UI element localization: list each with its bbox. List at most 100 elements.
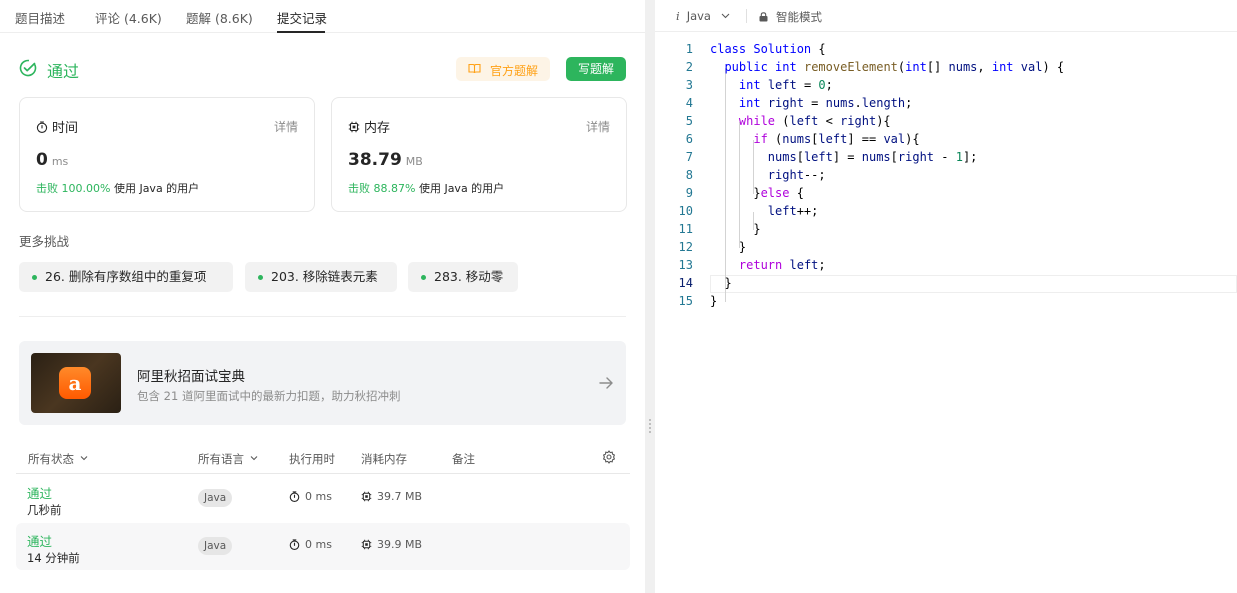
line-number: 3 xyxy=(685,78,693,92)
runtime-detail-link[interactable]: 详情 xyxy=(274,118,298,135)
smart-mode-label: 智能模式 xyxy=(776,10,822,24)
line-number: 13 xyxy=(678,258,693,272)
line-number: 5 xyxy=(685,114,693,128)
row-runtime: 0 ms xyxy=(289,538,332,551)
row-memory: 39.9 MB xyxy=(361,538,422,551)
info-icon: i xyxy=(676,9,680,23)
status-filter[interactable]: 所有状态 xyxy=(28,451,88,467)
banner-title: 阿里秋招面试宝典 xyxy=(137,369,245,385)
row-status[interactable]: 通过 xyxy=(27,483,52,502)
challenge-chip-label: 26. 删除有序数组中的重复项 xyxy=(45,269,207,284)
banner-image: a xyxy=(31,353,121,413)
row-language-badge: Java xyxy=(198,489,233,507)
challenge-chip[interactable]: 203. 移除链表元素 xyxy=(245,262,397,292)
runtime-title: 时间 xyxy=(52,121,79,136)
tab-description[interactable]: 题目描述 xyxy=(15,8,65,27)
challenge-chip[interactable]: 283. 移动零 xyxy=(408,262,518,292)
memory-detail-link[interactable]: 详情 xyxy=(586,118,610,135)
runtime-beat-prefix: 击败 xyxy=(36,182,58,195)
tab-solutions[interactable]: 题解 (8.6K) xyxy=(186,8,253,27)
language-filter[interactable]: 所有语言 xyxy=(198,451,258,467)
more-challenges-title: 更多挑战 xyxy=(19,234,70,249)
line-number: 4 xyxy=(685,96,693,110)
line-number: 12 xyxy=(678,240,693,254)
line-number: 7 xyxy=(685,150,693,164)
tab-active-indicator xyxy=(277,31,325,33)
line-number: 2 xyxy=(685,60,693,74)
banner-subtitle: 包含 21 道阿里面试中的最新力扣题，助力秋招冲刺 xyxy=(137,389,401,403)
editor-toolbar: i Java 智能模式 xyxy=(655,0,1237,32)
check-circle-icon xyxy=(19,59,37,77)
gear-icon[interactable] xyxy=(602,450,616,464)
chip-dot xyxy=(421,275,426,280)
language-select-value: Java xyxy=(686,9,711,23)
code-line: return left; xyxy=(738,258,826,272)
code-line: int right = nums.length; xyxy=(738,96,913,110)
challenge-chip[interactable]: 26. 删除有序数组中的重复项 xyxy=(19,262,233,292)
runtime-beat: 击败 100.00% 使用 Java 的用户 xyxy=(36,180,199,196)
notes-header: 备注 xyxy=(452,452,475,466)
challenge-chip-label: 283. 移动零 xyxy=(434,269,504,284)
row-runtime-value: 0 ms xyxy=(305,490,332,503)
runtime-value: 0 xyxy=(36,150,48,170)
code-line: } xyxy=(710,240,747,254)
chip-icon xyxy=(348,121,360,133)
code-area[interactable]: 1 2 3 4 5 6 7 8 9 10 11 12 13 14 15 clas… xyxy=(655,32,1237,593)
memory-card: 内存 详情 38.79 MB 击败 88.87% 使用 Java 的用户 xyxy=(331,97,627,212)
row-language-badge: Java xyxy=(198,537,233,555)
official-solution-label: 官方题解 xyxy=(490,64,539,78)
status-filter-label: 所有状态 xyxy=(28,452,74,466)
row-status[interactable]: 通过 xyxy=(27,531,52,550)
code-line: right--; xyxy=(767,168,826,182)
line-number: 9 xyxy=(685,186,693,200)
memory-value: 38.79 xyxy=(348,150,402,170)
code-line: }else { xyxy=(710,186,804,200)
memory-beat: 击败 88.87% 使用 Java 的用户 xyxy=(348,180,504,196)
stopwatch-icon xyxy=(36,121,48,133)
row-runtime-value: 0 ms xyxy=(305,538,332,551)
language-select[interactable]: i Java xyxy=(676,9,730,23)
runtime-unit: ms xyxy=(51,155,69,168)
submissions-table-header: 所有状态 所有语言 执行用时 消耗内存 备注 xyxy=(16,441,630,474)
chip-icon xyxy=(361,539,372,550)
code-line: class Solution { xyxy=(710,42,826,56)
official-solution-button[interactable]: 官方题解 xyxy=(456,57,550,81)
code-line: nums[left] = nums[right - 1]; xyxy=(767,150,978,164)
alibaba-logo-icon: a xyxy=(59,367,91,399)
code-line: public int removeElement(int[] nums, int… xyxy=(724,60,1065,74)
runtime-card: 时间 详情 0 ms 击败 100.00% 使用 Java 的用户 xyxy=(19,97,315,212)
runtime-value-wrap: 0 ms xyxy=(36,150,68,170)
drag-handle-icon xyxy=(649,418,651,434)
line-number: 8 xyxy=(685,168,693,182)
tab-comments[interactable]: 评论 (4.6K) xyxy=(95,8,162,27)
tab-submissions[interactable]: 提交记录 xyxy=(277,8,327,27)
left-panel: 题目描述 评论 (4.6K) 题解 (8.6K) 提交记录 通过 官方题解 写题… xyxy=(0,0,645,593)
submission-row[interactable]: 通过 14 分钟前 Java 0 ms 39.9 MB xyxy=(16,523,630,570)
row-memory-value: 39.9 MB xyxy=(377,538,423,551)
line-number: 10 xyxy=(678,204,693,218)
runtime-header: 执行用时 xyxy=(289,452,335,466)
chevron-down-icon xyxy=(250,456,258,461)
chevron-down-icon xyxy=(80,456,88,461)
toolbar-divider xyxy=(746,9,747,23)
line-number: 6 xyxy=(685,132,693,146)
promo-banner[interactable]: a 阿里秋招面试宝典 包含 21 道阿里面试中的最新力扣题，助力秋招冲刺 xyxy=(19,341,626,425)
app-root: 题目描述 评论 (4.6K) 题解 (8.6K) 提交记录 通过 官方题解 写题… xyxy=(0,0,1237,593)
section-divider xyxy=(19,316,626,317)
submission-row[interactable]: 通过 几秒前 Java 0 ms 39.7 MB xyxy=(16,475,630,522)
row-memory: 39.7 MB xyxy=(361,490,422,503)
code-line: while (left < right){ xyxy=(738,114,891,128)
smart-mode-toggle[interactable]: 智能模式 xyxy=(759,9,822,25)
runtime-beat-pct: 100.00% xyxy=(61,182,111,195)
memory-value-wrap: 38.79 MB xyxy=(348,150,423,170)
stopwatch-icon xyxy=(289,539,300,550)
code-line: } xyxy=(710,276,732,290)
status-text: 通过 xyxy=(47,62,80,81)
panel-splitter[interactable] xyxy=(645,0,655,593)
write-solution-button[interactable]: 写题解 xyxy=(566,57,626,81)
line-number: 14 xyxy=(678,276,693,290)
runtime-beat-suffix: 使用 Java 的用户 xyxy=(113,182,200,195)
lock-icon xyxy=(759,12,768,22)
memory-unit: MB xyxy=(405,155,423,168)
memory-beat-suffix: 使用 Java 的用户 xyxy=(418,182,505,195)
